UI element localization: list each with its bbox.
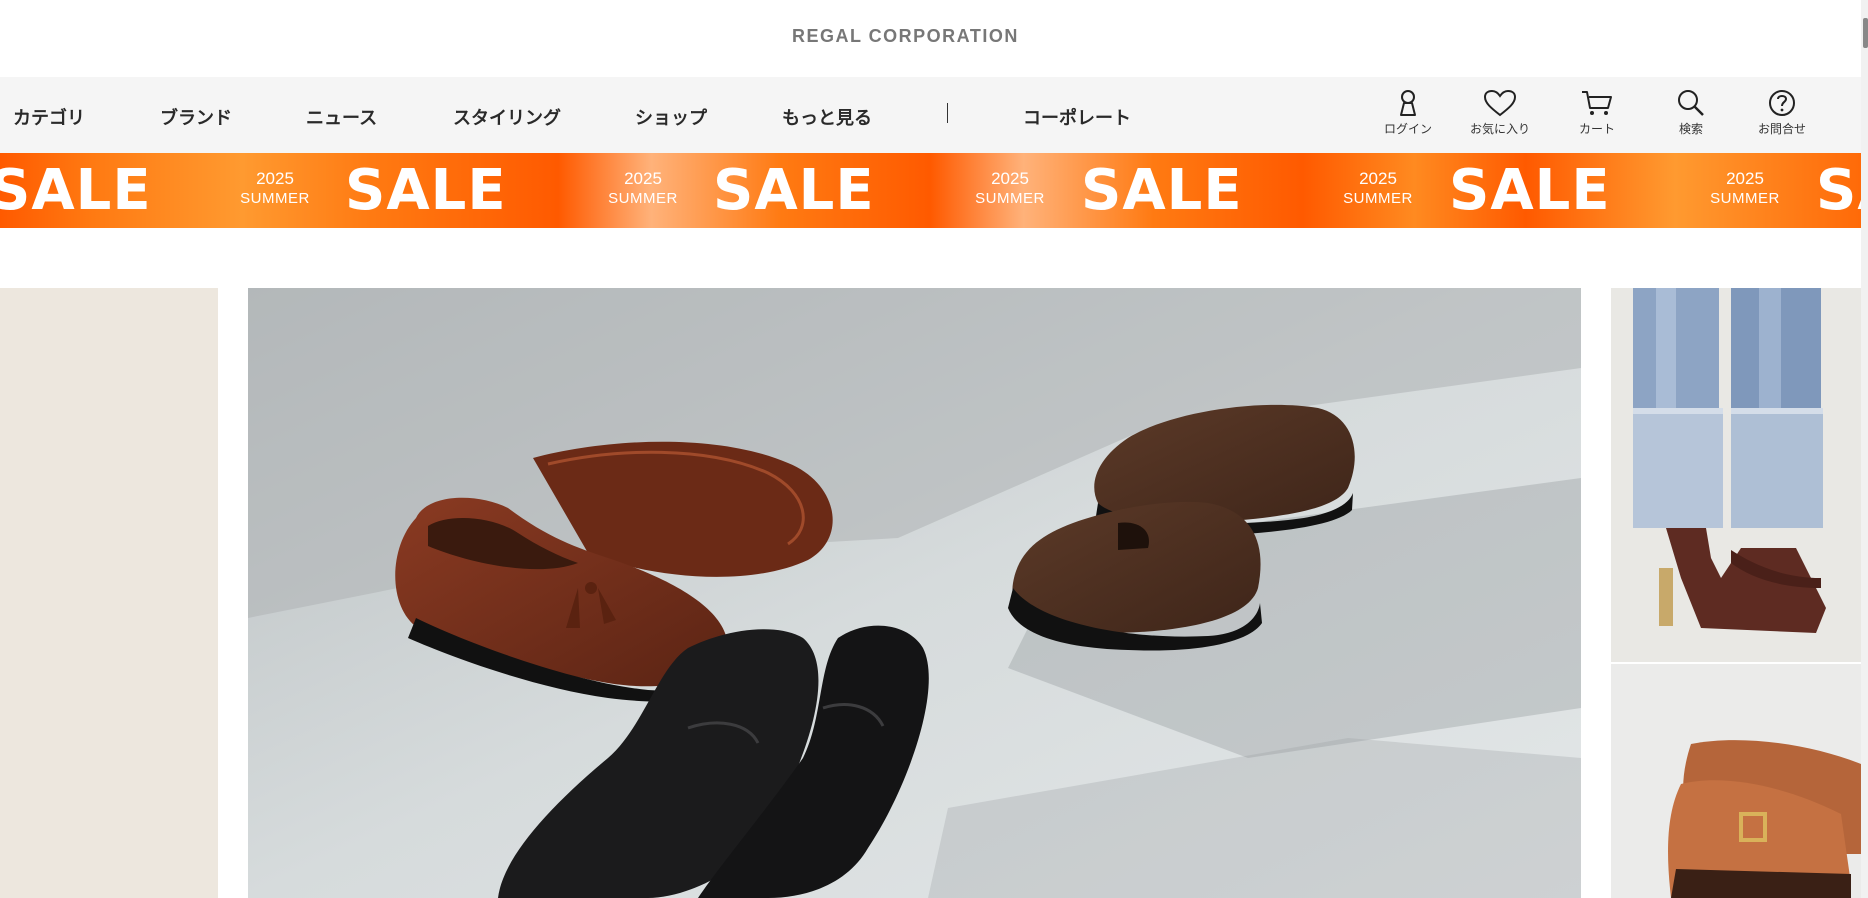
season-year-label: 2025 SUMMER: [235, 169, 315, 209]
heart-icon: [1483, 89, 1517, 117]
scrollbar-thumb[interactable]: [1863, 18, 1868, 48]
denim-heels-photo: [1611, 288, 1861, 662]
nav-item-shop[interactable]: ショップ: [635, 104, 707, 130]
nav-item-styling[interactable]: スタイリング: [453, 104, 561, 130]
cart-label: カート: [1578, 122, 1615, 136]
search-button[interactable]: 検索: [1654, 89, 1728, 141]
sale-text: SALE: [1816, 158, 1861, 223]
sale-text: SALE: [1449, 158, 1611, 223]
brown-shoes-photo: [1611, 664, 1861, 898]
next-slide-brown-shoes[interactable]: [1611, 664, 1861, 898]
sale-text: SALE: [345, 158, 507, 223]
year-text: 2025: [256, 169, 294, 188]
user-icon: [1400, 90, 1416, 116]
main-slide-loafers[interactable]: [248, 288, 1581, 898]
season-year-label: 2025 SUMMER: [603, 169, 683, 209]
help-icon: [1769, 90, 1795, 116]
loafers-photo: [248, 288, 1581, 898]
search-icon: [1678, 90, 1704, 116]
favorites-button[interactable]: お気に入り: [1463, 89, 1537, 141]
contact-button[interactable]: お問合せ: [1745, 89, 1819, 141]
season-text: SUMMER: [1710, 190, 1780, 207]
year-text: 2025: [624, 169, 662, 188]
cart-icon: [1582, 91, 1612, 115]
sale-text: SALE: [1081, 158, 1243, 223]
search-label: 検索: [1678, 122, 1703, 136]
nav-item-more[interactable]: もっと見る: [782, 104, 872, 130]
login-button[interactable]: ログイン: [1371, 89, 1445, 141]
season-text: SUMMER: [240, 190, 310, 207]
prev-slide[interactable]: [0, 288, 218, 898]
year-text: 2025: [991, 169, 1029, 188]
hero-carousel: [0, 288, 1861, 898]
nav-item-news[interactable]: ニュース: [306, 104, 377, 130]
contact-label: お問合せ: [1757, 122, 1806, 136]
sale-banner-track: SALE 2025 SUMMER SALE 2025 SUMMER SALE 2…: [0, 153, 1861, 228]
season-text: SUMMER: [608, 190, 678, 207]
season-text: SUMMER: [975, 190, 1045, 207]
sale-text: SALE: [713, 158, 875, 223]
season-year-label: 2025 SUMMER: [1338, 169, 1418, 209]
scrollbar[interactable]: [1861, 0, 1868, 898]
season-year-label: 2025 SUMMER: [1705, 169, 1785, 209]
header: REGAL CORPORATION: [0, 0, 1861, 77]
sale-banner[interactable]: SALE 2025 SUMMER SALE 2025 SUMMER SALE 2…: [0, 153, 1861, 228]
nav-item-brand[interactable]: ブランド: [160, 104, 232, 130]
nav-item-category[interactable]: カテゴリ: [13, 104, 85, 130]
cart-button[interactable]: カート: [1560, 89, 1634, 141]
season-text: SUMMER: [1343, 190, 1413, 207]
brand-logo[interactable]: REGAL CORPORATION: [792, 26, 1019, 47]
next-slide-heels[interactable]: [1611, 288, 1861, 662]
sale-text: SALE: [0, 158, 152, 223]
nav-separator: [947, 103, 948, 123]
season-year-label: 2025 SUMMER: [970, 169, 1050, 209]
year-text: 2025: [1726, 169, 1764, 188]
main-nav: カテゴリ ブランド ニュース スタイリング ショップ もっと見る コーポレート …: [0, 77, 1861, 153]
year-text: 2025: [1359, 169, 1397, 188]
favorites-label: お気に入り: [1469, 122, 1530, 136]
login-label: ログイン: [1383, 122, 1432, 136]
nav-item-corporate[interactable]: コーポレート: [1023, 104, 1131, 130]
